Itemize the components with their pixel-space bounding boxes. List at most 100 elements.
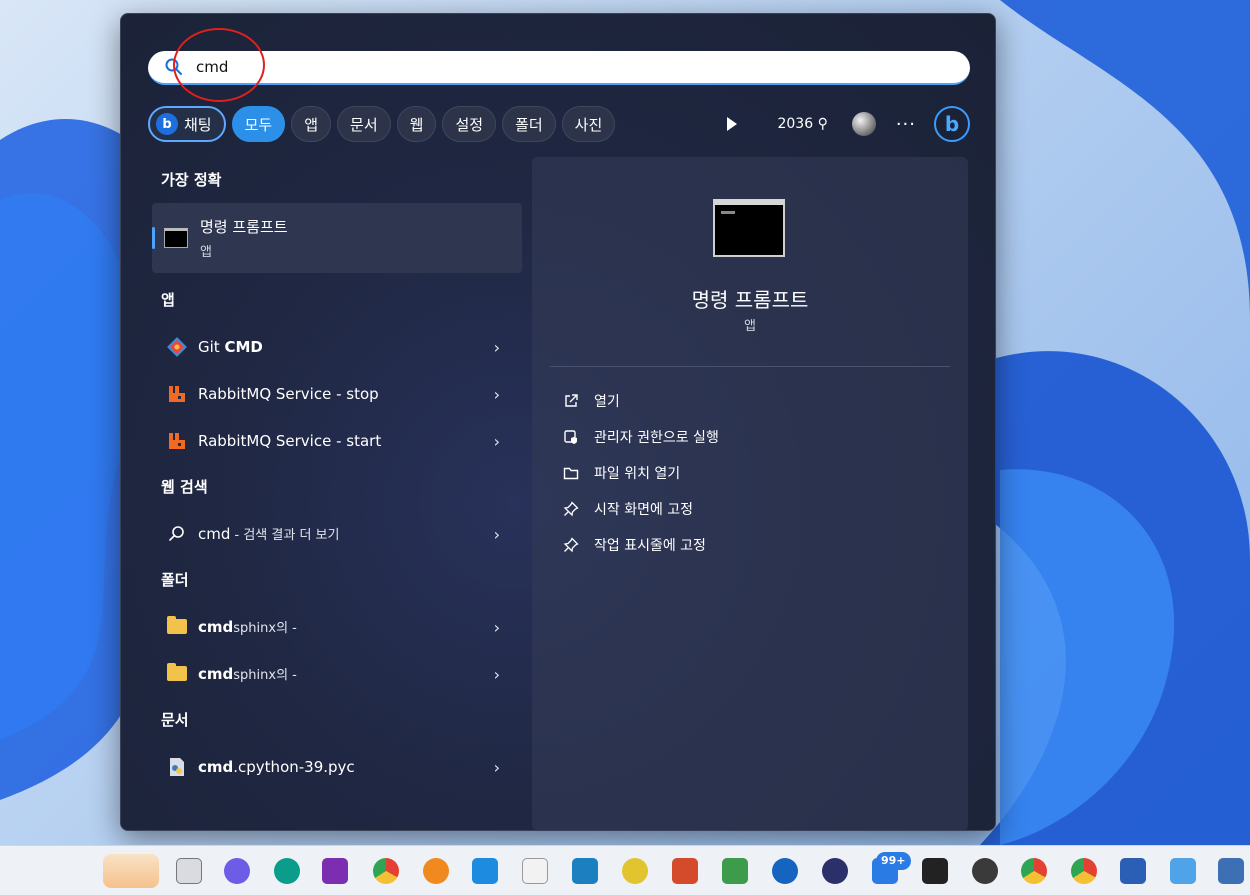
word-icon[interactable] [1120, 858, 1146, 884]
chrome-icon[interactable] [373, 858, 399, 884]
filter-all[interactable]: 모두 [231, 106, 286, 142]
folder-result-rest: sphinx의 - [233, 668, 297, 683]
chrome-icon[interactable] [1071, 858, 1097, 884]
eclipse-icon[interactable] [822, 858, 848, 884]
action-run-as-admin[interactable]: 관리자 권한으로 실행 [562, 419, 942, 455]
divider [550, 366, 950, 367]
chat-button[interactable]: b 채팅 [148, 106, 226, 142]
chevron-right-icon[interactable]: › [494, 758, 500, 777]
taskbar: 99+ [0, 845, 1250, 895]
avatar[interactable] [851, 112, 876, 136]
document-result[interactable]: cmd.cpython-39.pyc › [152, 743, 522, 790]
search-input[interactable] [196, 58, 896, 76]
folder-result[interactable]: cmdsphinx의 - › [152, 650, 522, 697]
git-icon [166, 336, 188, 358]
onenote-icon[interactable] [322, 858, 348, 884]
pin-icon [562, 536, 580, 554]
detail-subtitle: 앱 [744, 319, 756, 334]
command-prompt-icon [164, 228, 188, 248]
notepad-icon[interactable] [722, 858, 748, 884]
chat-app-icon[interactable] [224, 858, 250, 884]
app-result-rabbitmq-stop[interactable]: RabbitMQ Service - stop › [152, 370, 522, 417]
detail-title: 명령 프롬프트 [691, 288, 809, 312]
app-icon[interactable] [672, 858, 698, 884]
app-result-git-cmd[interactable]: Git CMD › [152, 323, 522, 370]
folder-result[interactable]: cmdsphinx의 - › [152, 603, 522, 650]
action-label: 시작 화면에 고정 [594, 502, 694, 518]
app-icon[interactable] [622, 858, 648, 884]
folder-icon [166, 663, 188, 685]
folder-outline-icon [562, 464, 580, 482]
action-label: 파일 위치 열기 [594, 466, 681, 482]
action-open[interactable]: 열기 [562, 383, 942, 419]
folder-result-bold: cmd [198, 618, 234, 636]
web-result-suffix: - 검색 결과 더 보기 [230, 528, 340, 543]
app-icon[interactable] [572, 858, 598, 884]
best-match-title: 명령 프롬프트 [200, 218, 288, 236]
app-icon[interactable] [922, 858, 948, 884]
shield-icon [562, 428, 580, 446]
bing-chat-icon[interactable]: b [934, 106, 970, 142]
remote-desktop-icon[interactable] [1218, 858, 1244, 884]
weather-widget-icon[interactable] [103, 854, 159, 888]
results-list: 가장 정확 명령 프롬프트 앱 앱 Git CMD › RabbitMQ Ser… [152, 157, 522, 790]
search-tool-icon[interactable] [423, 858, 449, 884]
start-search-panel: b 채팅 모두 앱 문서 웹 설정 폴더 사진 2036 ⚲ ··· b 가장 … [120, 13, 996, 831]
folder-result-bold: cmd [198, 665, 234, 683]
obs-icon[interactable] [972, 858, 998, 884]
filter-settings[interactable]: 설정 [442, 106, 497, 142]
more-options-icon[interactable]: ··· [896, 114, 916, 135]
detail-actions: 열기 관리자 권한으로 실행 파일 위치 열기 시작 화면에 고정 작업 표시줄… [562, 383, 942, 563]
edge-browser-icon[interactable] [274, 858, 300, 884]
app-icon[interactable] [522, 858, 548, 884]
open-external-icon [562, 392, 580, 410]
section-apps: 앱 [161, 291, 175, 309]
chevron-right-icon[interactable]: › [494, 338, 500, 357]
search-icon [166, 523, 188, 545]
search-icon [165, 58, 182, 75]
chevron-right-icon[interactable]: › [494, 618, 500, 637]
chevron-right-icon[interactable]: › [494, 385, 500, 404]
detail-pane: 명령 프롬프트 앱 열기 관리자 권한으로 실행 파일 위치 열기 시작 화면에… [532, 157, 968, 831]
filter-apps[interactable]: 앱 [291, 106, 332, 142]
rabbitmq-icon [166, 430, 188, 452]
rabbitmq-icon [166, 383, 188, 405]
chevron-right-icon[interactable]: › [494, 432, 500, 451]
action-open-file-location[interactable]: 파일 위치 열기 [562, 455, 942, 491]
app-result-label: RabbitMQ Service - stop [198, 384, 379, 403]
chevron-right-icon[interactable]: › [494, 665, 500, 684]
action-pin-to-start[interactable]: 시작 화면에 고정 [562, 491, 942, 527]
best-match-item[interactable]: 명령 프롬프트 앱 [152, 203, 522, 273]
filter-folders[interactable]: 폴더 [502, 106, 556, 142]
section-documents: 문서 [161, 711, 189, 729]
chevron-right-icon[interactable]: › [494, 525, 500, 544]
filter-bar: b 채팅 모두 앱 문서 웹 설정 폴더 사진 2036 ⚲ ··· b [148, 105, 970, 143]
pin-icon [562, 500, 580, 518]
section-web-search: 웹 검색 [161, 478, 208, 496]
folder-icon [166, 616, 188, 638]
filter-documents[interactable]: 문서 [337, 106, 391, 142]
bing-icon: b [156, 113, 178, 135]
section-best-match: 가장 정확 [161, 171, 222, 189]
notification-badge: 99+ [876, 852, 911, 870]
notepad-icon[interactable] [1170, 858, 1196, 884]
app-icon[interactable] [772, 858, 798, 884]
app-result-rabbitmq-start[interactable]: RabbitMQ Service - start › [152, 417, 522, 464]
web-result-query: cmd [198, 525, 231, 543]
python-file-icon [166, 756, 188, 778]
document-result-bold: cmd [198, 757, 234, 776]
chrome-icon[interactable] [1021, 858, 1047, 884]
action-pin-to-taskbar[interactable]: 작업 표시줄에 고정 [562, 527, 942, 563]
web-search-result[interactable]: cmd - 검색 결과 더 보기 › [152, 510, 522, 557]
action-label: 작업 표시줄에 고정 [594, 538, 706, 554]
filter-photos[interactable]: 사진 [561, 106, 616, 142]
vscode-icon[interactable] [472, 858, 498, 884]
best-match-subtitle: 앱 [200, 245, 212, 260]
command-prompt-icon [713, 199, 785, 257]
rewards-points[interactable]: 2036 ⚲ [777, 116, 827, 132]
task-view-icon[interactable] [176, 858, 202, 884]
search-box[interactable] [148, 51, 970, 85]
action-label: 열기 [594, 394, 620, 410]
filter-web[interactable]: 웹 [396, 106, 437, 142]
play-icon[interactable] [727, 117, 738, 131]
